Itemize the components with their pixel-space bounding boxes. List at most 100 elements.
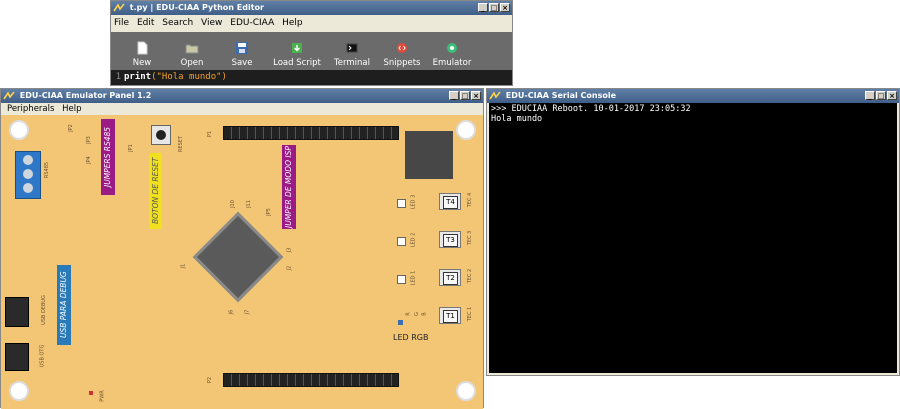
rs485-terminal-block	[15, 151, 41, 199]
usb-otg-connector	[5, 343, 29, 371]
new-file-icon	[137, 41, 148, 55]
menu-search[interactable]: Search	[162, 18, 193, 28]
rgb-g-label: G	[413, 312, 420, 316]
j11-label: J11	[245, 200, 252, 208]
mounting-hole	[456, 120, 476, 140]
reset-button[interactable]	[151, 125, 171, 145]
maximize-button[interactable]: □	[876, 91, 886, 100]
serial-output[interactable]: >>> EDUCIAA Reboot. 10-01-2017 23:05:32 H…	[489, 103, 897, 373]
p1-pin-header	[223, 126, 399, 140]
p2-pin-header	[223, 373, 399, 387]
close-button[interactable]: ×	[887, 91, 897, 100]
minimize-button[interactable]: _	[478, 3, 488, 12]
new-button[interactable]: New	[117, 32, 167, 70]
jp1-label: JP1	[127, 144, 134, 152]
edu-ciaa-board: RS485 JP2 JP3 JP4 JP1 JUMPERS RS485 RESE…	[1, 115, 483, 409]
mounting-hole	[456, 381, 476, 401]
close-button[interactable]: ×	[471, 91, 481, 100]
emulator-title: EDU-CIAA Emulator Panel 1.2	[19, 91, 152, 100]
p2-label: P2	[207, 376, 214, 384]
rgb-r-label: R	[405, 312, 412, 316]
pwr-label: PWR	[99, 390, 106, 402]
menu-help[interactable]: Help	[62, 104, 81, 114]
editor-title: t.py | EDU-CIAA Python Editor	[129, 3, 264, 12]
terminal-icon	[346, 43, 358, 53]
tec-4-button[interactable]: T4	[439, 193, 461, 210]
rgb-led	[398, 320, 403, 325]
load-script-icon	[292, 43, 302, 53]
tec4-label: TEC 4	[467, 192, 474, 208]
j10-label: J10	[229, 200, 236, 208]
tec2-label: TEC 2	[467, 268, 474, 284]
close-button[interactable]: ×	[500, 3, 510, 12]
rgb-b-label: B	[421, 312, 428, 316]
line-number: 1	[115, 72, 121, 82]
serial-line: >>> EDUCIAA Reboot. 10-01-2017 23:05:32	[491, 104, 691, 114]
j7-label: J7	[244, 309, 251, 315]
jp4-label: JP4	[85, 156, 92, 164]
edu-ciaa-logo-icon	[3, 91, 15, 100]
mounting-hole	[9, 381, 29, 401]
serial-line: Hola mundo	[491, 114, 543, 124]
code-keyword: print	[124, 72, 152, 82]
serial-title: EDU-CIAA Serial Console	[505, 91, 617, 100]
j6-label: J6	[228, 309, 235, 315]
editor-titlebar[interactable]: t.py | EDU-CIAA Python Editor _ □ ×	[111, 1, 512, 15]
tec1-cap: T1	[443, 310, 458, 323]
mounting-hole	[9, 120, 29, 140]
open-button[interactable]: Open	[167, 32, 217, 70]
usb-debug-connector	[5, 297, 29, 327]
tec-3-button[interactable]: T3	[439, 231, 461, 248]
menu-edit[interactable]: Edit	[137, 18, 154, 28]
usb-chip	[405, 131, 453, 179]
jp2-label: JP2	[67, 124, 74, 132]
jp3-label: JP3	[85, 136, 92, 144]
rs485-jumpers-banner: JUMPERS RS485	[101, 119, 115, 195]
j1-label: J1	[180, 263, 187, 269]
minimize-button[interactable]: _	[449, 91, 459, 100]
emulator-titlebar[interactable]: EDU-CIAA Emulator Panel 1.2 _ □ ×	[1, 89, 483, 103]
reset-button-banner: BOTON DE RESET	[149, 153, 162, 229]
edu-ciaa-logo-icon	[489, 91, 501, 100]
led-3	[397, 199, 406, 208]
led2-label: LED 2	[410, 232, 417, 248]
isp-mode-jumper-banner: JUMPER DE MODO ISP	[282, 145, 296, 229]
terminal-button[interactable]: Terminal	[327, 32, 377, 70]
load-script-button[interactable]: Load Script	[267, 32, 327, 70]
led-2	[397, 237, 406, 246]
minimize-button[interactable]: _	[865, 91, 875, 100]
snippets-label: Snippets	[383, 58, 421, 68]
tec-1-button[interactable]: T1	[439, 307, 461, 324]
code-editor[interactable]: 1 print("Hola mundo")	[111, 70, 512, 85]
p1-label: P1	[207, 130, 214, 138]
save-label: Save	[231, 58, 253, 68]
menu-peripherals[interactable]: Peripherals	[7, 104, 54, 114]
snippets-icon	[397, 43, 407, 53]
tec3-cap: T3	[443, 234, 458, 247]
usb-debug-label: USB DEBUG	[40, 295, 47, 325]
menu-view[interactable]: View	[201, 18, 222, 28]
power-led	[89, 391, 93, 395]
rs485-label: RS485	[44, 161, 51, 179]
editor-menubar: File Edit Search View EDU-CIAA Help	[111, 15, 512, 31]
editor-toolbar: New Open Save Load Script Terminal Snipp…	[111, 32, 512, 70]
snippets-button[interactable]: Snippets	[377, 32, 427, 70]
tec1-label: TEC 1	[467, 306, 474, 322]
edu-ciaa-logo-icon	[113, 3, 125, 12]
menu-file[interactable]: File	[114, 18, 129, 28]
save-button[interactable]: Save	[217, 32, 267, 70]
j2-label: J2	[286, 265, 293, 271]
tec2-cap: T2	[443, 272, 458, 285]
serial-titlebar[interactable]: EDU-CIAA Serial Console _ □ ×	[487, 89, 899, 103]
menu-edu-ciaa[interactable]: EDU-CIAA	[230, 18, 274, 28]
maximize-button[interactable]: □	[489, 3, 499, 12]
reset-label: RESET	[178, 135, 185, 153]
code-string: ("Hola mundo")	[151, 72, 227, 82]
emulator-button[interactable]: Emulator	[427, 32, 477, 70]
load-script-label: Load Script	[273, 58, 321, 68]
tec-2-button[interactable]: T2	[439, 269, 461, 286]
floppy-save-icon	[236, 42, 248, 54]
menu-help[interactable]: Help	[282, 18, 303, 28]
usb-otg-label: USB OTG	[39, 344, 46, 368]
maximize-button[interactable]: □	[460, 91, 470, 100]
